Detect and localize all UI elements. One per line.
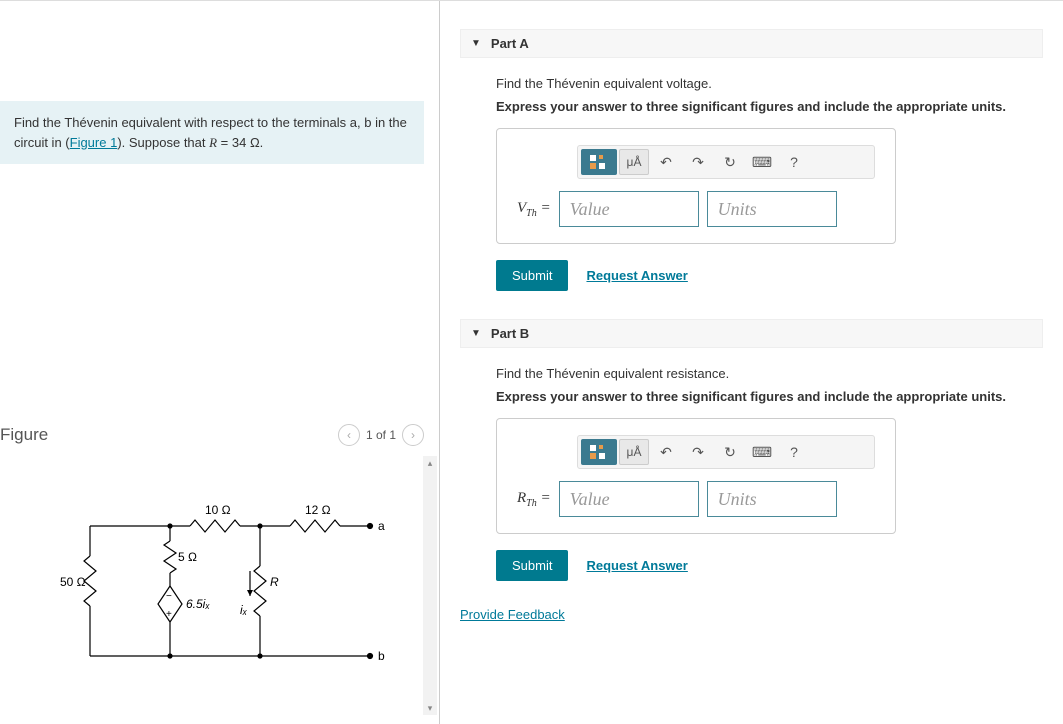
terminal-b: b [378,649,385,663]
terminal-a: a [378,519,385,533]
part-b-section: ▼ Part B Find the Thévenin equivalent re… [460,319,1043,581]
template-icon[interactable] [581,439,617,465]
redo-icon[interactable]: ↷ [683,439,713,465]
figure-title: Figure [0,425,48,445]
part-a-toolbar: μÅ ↶ ↷ ↻ ⌨ ? [577,145,875,179]
problem-val: = 34 Ω. [217,135,263,150]
part-a-answer-box: μÅ ↶ ↷ ↻ ⌨ ? VTh = Value Units [496,128,896,244]
problem-text-2: ). Suppose that [117,135,209,150]
scroll-down-icon: ▾ [423,701,437,715]
figure-link[interactable]: Figure 1 [70,135,118,150]
label-5ohm: 5 Ω [178,550,197,564]
part-a-value-input[interactable]: Value [559,191,699,227]
provide-feedback-link[interactable]: Provide Feedback [460,607,565,622]
part-a-units-input[interactable]: Units [707,191,837,227]
figure-section: Figure ‹ 1 of 1 › ▴ ▾ [0,424,439,724]
problem-statement: Find the Thévenin equivalent with respec… [0,101,424,164]
part-b-header[interactable]: ▼ Part B [460,319,1043,348]
feedback-section: Provide Feedback [460,607,1043,622]
label-ix: iₓ [240,603,248,617]
part-a-var-label: VTh = [517,200,551,219]
label-R: R [270,575,279,589]
part-b-toolbar: μÅ ↶ ↷ ↻ ⌨ ? [577,435,875,469]
figure-scrollbar[interactable]: ▴ ▾ [423,456,437,715]
figure-counter: 1 of 1 [366,428,396,442]
part-b-request-answer-link[interactable]: Request Answer [586,558,687,573]
scroll-up-icon: ▴ [423,456,437,470]
part-a-prompt: Find the Thévenin equivalent voltage. [496,76,1043,91]
part-a-request-answer-link[interactable]: Request Answer [586,268,687,283]
part-a-header[interactable]: ▼ Part A [460,29,1043,58]
next-figure-button[interactable]: › [402,424,424,446]
svg-text:+: + [166,609,172,620]
right-panel: ▼ Part A Find the Thévenin equivalent vo… [440,1,1063,724]
part-b-prompt: Find the Thévenin equivalent resistance. [496,366,1043,381]
redo-icon[interactable]: ↷ [683,149,713,175]
caret-down-icon: ▼ [471,38,481,49]
label-50ohm: 50 Ω [60,575,86,589]
part-a-title: Part A [491,36,529,51]
caret-down-icon: ▼ [471,328,481,339]
svg-text:−: − [166,591,172,602]
part-b-submit-button[interactable]: Submit [496,550,568,581]
part-b-title: Part B [491,326,529,341]
part-b-instruct: Express your answer to three significant… [496,389,1043,404]
part-b-units-input[interactable]: Units [707,481,837,517]
figure-nav: ‹ 1 of 1 › [338,424,424,446]
label-source: 6.5iₓ [186,597,210,611]
reset-icon[interactable]: ↻ [715,149,745,175]
part-a-submit-button[interactable]: Submit [496,260,568,291]
units-button[interactable]: μÅ [619,439,649,465]
part-a-section: ▼ Part A Find the Thévenin equivalent vo… [460,29,1043,291]
undo-icon[interactable]: ↶ [651,149,681,175]
reset-icon[interactable]: ↻ [715,439,745,465]
part-b-var-label: RTh = [517,490,551,509]
help-icon[interactable]: ? [779,149,809,175]
label-10ohm: 10 Ω [205,503,231,517]
label-12ohm: 12 Ω [305,503,331,517]
keyboard-icon[interactable]: ⌨ [747,149,777,175]
problem-var: R [209,135,217,150]
prev-figure-button[interactable]: ‹ [338,424,360,446]
keyboard-icon[interactable]: ⌨ [747,439,777,465]
template-icon[interactable] [581,149,617,175]
undo-icon[interactable]: ↶ [651,439,681,465]
part-b-value-input[interactable]: Value [559,481,699,517]
left-panel: Find the Thévenin equivalent with respec… [0,1,440,724]
units-button[interactable]: μÅ [619,149,649,175]
circuit-diagram: − + 50 Ω 10 Ω 5 Ω 12 Ω 6.5iₓ R iₓ a b [40,486,400,686]
part-a-instruct: Express your answer to three significant… [496,99,1043,114]
figure-body: ▴ ▾ [0,455,439,715]
help-icon[interactable]: ? [779,439,809,465]
part-b-answer-box: μÅ ↶ ↷ ↻ ⌨ ? RTh = Value Units [496,418,896,534]
